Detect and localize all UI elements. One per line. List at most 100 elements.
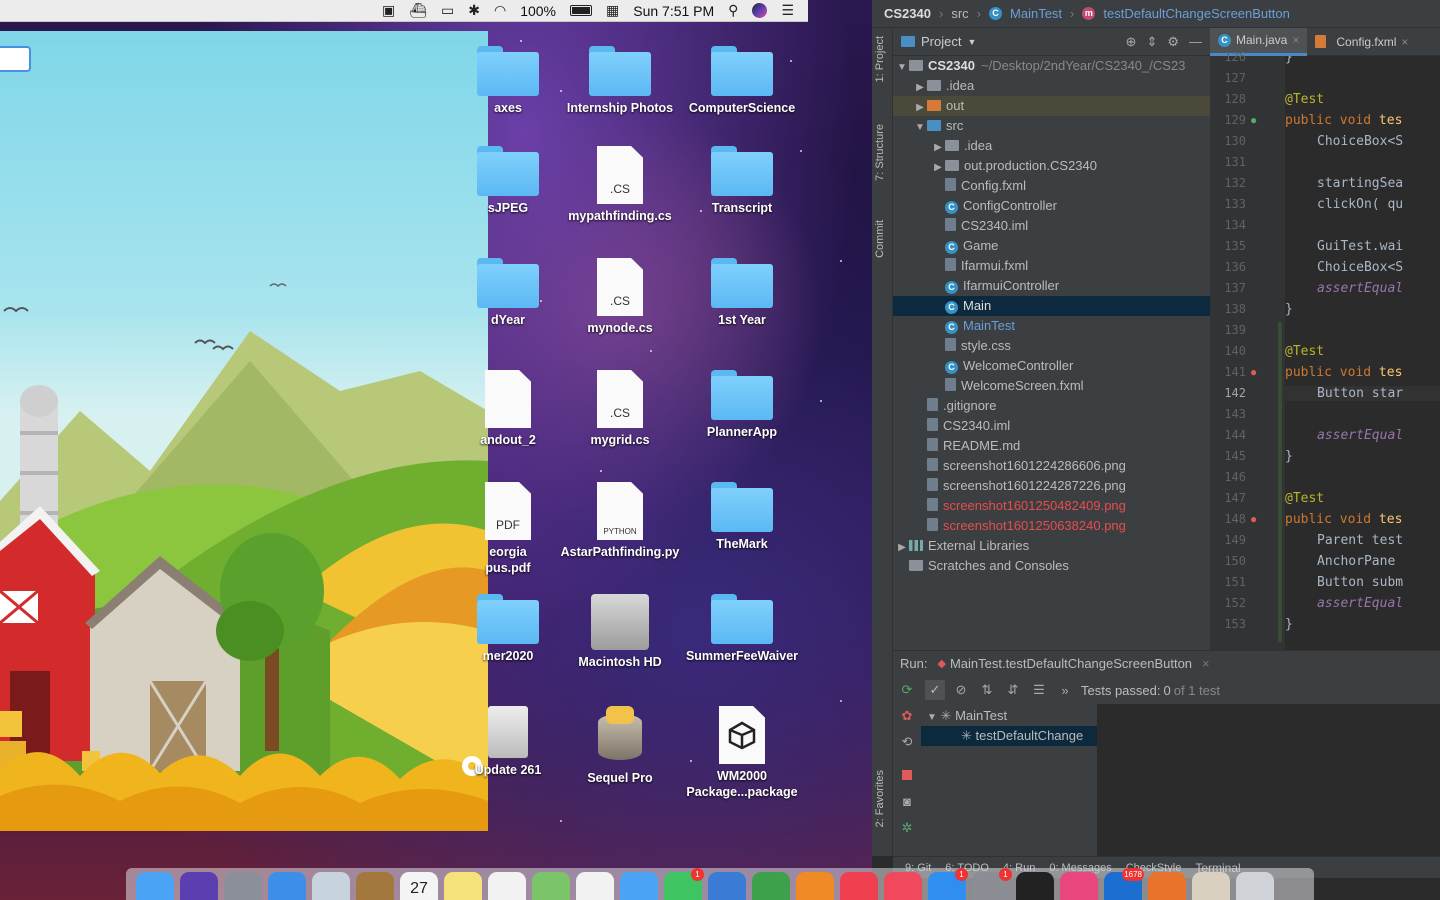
desktop-icon[interactable]: Sequel Pro: [560, 706, 680, 786]
chevron-down-icon[interactable]: ▼: [967, 37, 976, 47]
desktop-icon[interactable]: TheMark: [682, 482, 802, 552]
chevron-right-icon[interactable]: ▶: [931, 138, 945, 158]
desktop-icon[interactable]: sJPEG: [448, 146, 568, 216]
breadcrumb-project[interactable]: CS2340: [884, 6, 931, 21]
toggle-auto-test-icon[interactable]: ⟲: [899, 734, 915, 750]
project-panel-title[interactable]: Project: [921, 34, 961, 49]
expand-all-icon[interactable]: ☰: [1029, 680, 1049, 700]
desktop-icon[interactable]: Internship Photos: [560, 46, 680, 116]
bluetooth-icon[interactable]: ✱: [468, 2, 480, 19]
project-tree-item[interactable]: ▶ out: [893, 96, 1210, 116]
contacts-icon[interactable]: [356, 872, 394, 900]
project-tree-item[interactable]: screenshot1601250482409.png: [893, 496, 1210, 516]
tab-favorites[interactable]: 2: Favorites: [874, 770, 886, 827]
desktop-icon[interactable]: PYTHON AstarPathfinding.py: [560, 482, 680, 560]
tab-commit[interactable]: Commit: [874, 220, 886, 258]
desktop-icon[interactable]: WM2000 Package...package: [682, 706, 802, 800]
project-tree-item[interactable]: .gitignore: [893, 396, 1210, 416]
desktop-icon[interactable]: Macintosh HD: [560, 594, 680, 670]
coffee-icon[interactable]: [1192, 872, 1230, 900]
breadcrumb-method[interactable]: testDefaultChangeScreenButton: [1103, 6, 1289, 21]
keynote-icon[interactable]: [708, 872, 746, 900]
project-tree-item[interactable]: C Main: [893, 296, 1210, 316]
camera-icon[interactable]: ◙: [899, 794, 915, 810]
project-tree-item[interactable]: C ConfigController: [893, 196, 1210, 216]
music-icon[interactable]: [884, 872, 922, 900]
rerun-failed-icon[interactable]: ✿: [899, 708, 915, 724]
desktop-icon[interactable]: .CS mynode.cs: [560, 258, 680, 336]
wifi-icon[interactable]: ◠: [494, 2, 506, 19]
desktop-icon[interactable]: Transcript: [682, 146, 802, 216]
numbers-icon[interactable]: [752, 872, 790, 900]
dropbox-icon[interactable]: ▣: [382, 2, 395, 19]
tab-project[interactable]: 1: Project: [874, 36, 886, 82]
desktop-icon[interactable]: andout_2: [448, 370, 568, 448]
launchpad-icon[interactable]: [224, 872, 262, 900]
breadcrumb-class[interactable]: MainTest: [1010, 6, 1062, 21]
project-tree-item[interactable]: style.css: [893, 336, 1210, 356]
game-text-field[interactable]: [0, 46, 31, 72]
notification-center-icon[interactable]: ☰: [781, 2, 794, 19]
project-tree-item[interactable]: C IfarmuiController: [893, 276, 1210, 296]
battery-icon[interactable]: [570, 5, 592, 16]
chevron-down-icon[interactable]: ▼: [913, 118, 927, 138]
collapse-all-icon[interactable]: ⇕: [1146, 34, 1157, 50]
preview-icon[interactable]: [312, 872, 350, 900]
chevron-right-icon[interactable]: ▶: [913, 98, 927, 118]
project-tree-item[interactable]: C MainTest: [893, 316, 1210, 336]
stop-icon[interactable]: [899, 768, 915, 784]
project-tree-item[interactable]: screenshot1601224287226.png: [893, 476, 1210, 496]
project-tree-item[interactable]: WelcomeScreen.fxml: [893, 376, 1210, 396]
more-icon[interactable]: »: [1055, 680, 1075, 700]
project-tree-item[interactable]: Scratches and Consoles: [893, 556, 1210, 576]
safari-icon[interactable]: [268, 872, 306, 900]
desktop-icon[interactable]: PDF eorgia pus.pdf: [448, 482, 568, 576]
intellij-icon[interactable]: [1060, 872, 1098, 900]
desktop-icon[interactable]: SummerFeeWaiver: [682, 594, 802, 664]
project-tree-item[interactable]: ▶ External Libraries: [893, 536, 1210, 556]
sort-alpha-icon[interactable]: ⇅: [977, 680, 997, 700]
sort-duration-icon[interactable]: ⇵: [1003, 680, 1023, 700]
notes-icon[interactable]: [444, 872, 482, 900]
project-tree-item[interactable]: ▶ .idea: [893, 136, 1210, 156]
project-tree-item[interactable]: CS2340.iml: [893, 416, 1210, 436]
test-output-console[interactable]: [1097, 704, 1440, 856]
project-tree-item[interactable]: Config.fxml: [893, 176, 1210, 196]
desktop-icon[interactable]: Update 261: [448, 706, 568, 778]
game-window[interactable]: [0, 31, 488, 831]
breadcrumb-src[interactable]: src: [951, 6, 968, 21]
chevron-down-icon[interactable]: ▼: [895, 58, 909, 78]
project-tree-item[interactable]: Ifarmui.fxml: [893, 256, 1210, 276]
calendar-icon[interactable]: 27: [400, 872, 438, 900]
sublime-icon[interactable]: [1148, 872, 1186, 900]
close-icon[interactable]: ×: [1292, 33, 1299, 47]
debug-icon[interactable]: ✲: [899, 820, 915, 836]
pages-icon[interactable]: [796, 872, 834, 900]
desktop-icon[interactable]: .CS mygrid.cs: [560, 370, 680, 448]
project-tree-item[interactable]: ▼ src: [893, 116, 1210, 136]
project-tree-item[interactable]: ▶ out.production.CS2340: [893, 156, 1210, 176]
trash-icon[interactable]: [1236, 872, 1274, 900]
photos-icon[interactable]: [576, 872, 614, 900]
run-test-icon[interactable]: ●: [1250, 512, 1257, 526]
project-tree-item[interactable]: C WelcomeController: [893, 356, 1210, 376]
reminders-icon[interactable]: [488, 872, 526, 900]
test-suite-row[interactable]: ▼ ✳ MainTest: [927, 706, 1007, 726]
rerun-icon[interactable]: ⟳: [899, 682, 915, 698]
project-tree-item[interactable]: ▼ CS2340 ~/Desktop/2ndYear/CS2340_/CS23: [893, 56, 1210, 76]
minimize-icon[interactable]: —: [1189, 34, 1202, 50]
maps-icon[interactable]: [532, 872, 570, 900]
news-icon[interactable]: [840, 872, 878, 900]
app-store-icon[interactable]: 1: [928, 868, 968, 900]
finder-icon[interactable]: [136, 872, 174, 900]
desktop-icon[interactable]: 1st Year: [682, 258, 802, 328]
outlook-icon[interactable]: 1678: [1104, 868, 1144, 900]
close-icon[interactable]: ×: [1401, 35, 1408, 49]
locate-icon[interactable]: ⊕: [1126, 34, 1137, 50]
project-tree-item[interactable]: screenshot1601250638240.png: [893, 516, 1210, 536]
close-icon[interactable]: ×: [1202, 656, 1210, 671]
siri-icon[interactable]: [180, 872, 218, 900]
chevron-right-icon[interactable]: ▶: [931, 158, 945, 178]
chevron-down-icon[interactable]: ▼: [927, 712, 937, 723]
desktop-icon[interactable]: .CS mypathfinding.cs: [560, 146, 680, 224]
